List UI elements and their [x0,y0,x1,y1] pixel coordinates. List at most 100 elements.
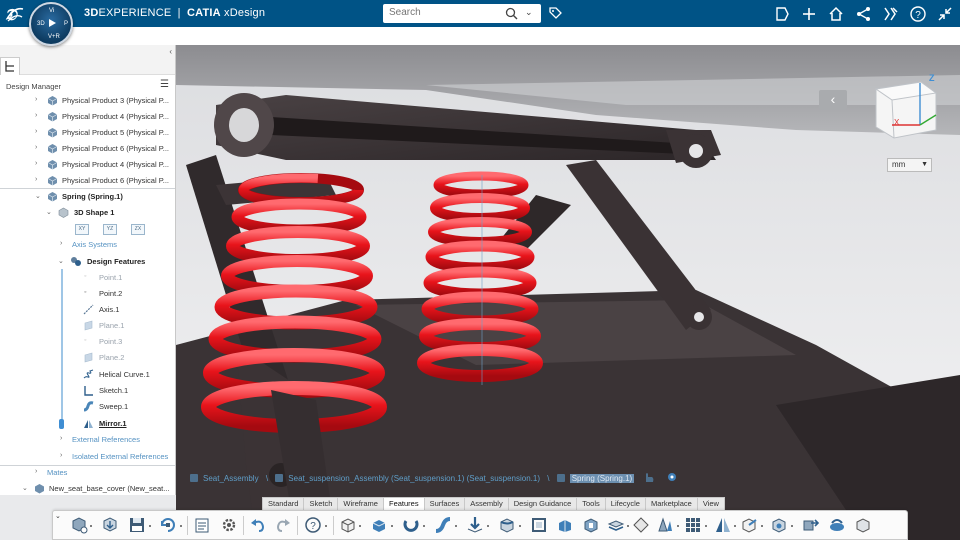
chevron-right-icon[interactable]: › [60,452,62,459]
search-input[interactable] [389,7,499,18]
shell-icon[interactable] [529,515,549,535]
units-select[interactable]: mm [887,158,932,172]
collapse-window-icon[interactable] [936,5,954,23]
feature-row[interactable]: ◦ Point.3 [0,334,175,350]
share-icon[interactable] [855,5,873,23]
redo-icon[interactable] [273,515,293,535]
tab-sketch[interactable]: Sketch [303,497,339,510]
chevron-right-icon[interactable]: › [35,96,37,103]
new-component-icon[interactable] [69,515,89,535]
chevron-down-icon[interactable]: ⌄ [525,7,533,18]
chevron-right-icon[interactable]: › [35,176,37,183]
hand-pointer-icon[interactable] [642,471,656,483]
pad-icon[interactable] [369,515,389,535]
chevron-right-icon[interactable]: › [35,468,37,475]
feature-row[interactable]: ◦ Point.1 [0,270,175,286]
save-icon[interactable] [127,515,147,535]
translate-icon[interactable] [801,515,821,535]
insert-icon[interactable] [100,515,120,535]
chevron-right-icon[interactable]: › [35,112,37,119]
tag-icon[interactable] [548,6,563,21]
feature-row[interactable]: Plane.2 [0,350,175,366]
tab-features[interactable]: Features [382,497,425,510]
tree-row-spring[interactable]: ⌄ Spring (Spring.1) [0,189,175,205]
zx-plane-button[interactable]: ZX [131,224,145,235]
chevron-right-icon[interactable]: › [60,435,62,442]
chamfer-icon[interactable] [581,515,601,535]
rotate-icon[interactable] [827,515,847,535]
feature-row[interactable]: Sketch.1 [0,383,175,399]
sweep-icon[interactable] [433,515,453,535]
tab-standard[interactable]: Standard [262,497,305,510]
tab-surfaces[interactable]: Surfaces [423,497,466,510]
chevron-left-icon[interactable]: ‹ [819,90,847,110]
extrude-icon[interactable] [338,515,358,535]
compass-apps-icon[interactable] [882,5,900,23]
xy-plane-button[interactable]: XY [75,224,89,235]
search-icon[interactable] [505,7,518,20]
measure-icon[interactable] [853,515,873,535]
tree-tab[interactable] [0,57,20,75]
chevron-down-icon[interactable]: ⌄ [35,192,41,200]
properties-icon[interactable] [193,515,213,535]
tree-row-shape[interactable]: ⌄ 3D Shape 1 [0,205,175,221]
search-field[interactable]: ⌄ [383,4,541,23]
model-render[interactable]: Z X [176,45,960,540]
chevron-down-icon[interactable]: ⌄ [22,484,28,492]
boolean-icon[interactable] [769,515,789,535]
revolve-icon[interactable] [401,515,421,535]
tab-lifecycle[interactable]: Lifecycle [604,497,646,510]
3d-viewport[interactable]: Z X ‹ mm [176,45,960,540]
tab-tools[interactable]: Tools [576,497,606,510]
ds-logo-icon[interactable]: 𝔇 [4,3,26,25]
loft-icon[interactable] [655,515,675,535]
breadcrumb-item-current[interactable]: Spring (Spring.1) [569,474,635,483]
chevron-right-icon[interactable]: › [35,160,37,167]
tab-marketplace[interactable]: Marketplace [644,497,698,510]
tab-wireframe[interactable]: Wireframe [337,497,384,510]
tree-row[interactable]: ⌄ New_seat_base_cover (New_seat... [0,481,175,495]
tree-row[interactable]: › Physical Product 6 (Physical P... [0,141,175,157]
tree-row-mates[interactable]: › Mates [0,465,175,481]
chevron-right-icon[interactable]: › [60,240,62,247]
feedback-icon[interactable] [773,5,791,23]
tree-row[interactable]: › Physical Product 4 (Physical P... [0,109,175,125]
tree-row-axis-systems[interactable]: › Axis Systems [0,237,175,253]
tree-row[interactable]: › Physical Product 3 (Physical P... [0,93,175,109]
yz-plane-button[interactable]: YZ [103,224,117,235]
breadcrumb-item[interactable]: Seat_suspension_Assembly (Seat_suspensio… [288,474,540,483]
help-icon[interactable]: ? [303,515,323,535]
thickness-icon[interactable] [606,515,626,535]
plus-icon[interactable] [800,5,818,23]
tree-row[interactable]: › Physical Product 5 (Physical P... [0,125,175,141]
tab-view[interactable]: View [696,497,725,510]
split-icon[interactable] [631,515,651,535]
fillet-icon[interactable] [497,515,517,535]
compass-widget[interactable]: 3D V+R Vi P [29,2,73,46]
feature-row[interactable]: Plane.1 [0,318,175,334]
feature-row[interactable]: Helical Curve.1 [0,367,175,383]
push-pull-icon[interactable] [465,515,485,535]
explode-icon[interactable] [665,471,679,483]
mirror-icon[interactable] [713,515,733,535]
chevron-right-icon[interactable]: › [35,128,37,135]
breadcrumb-item[interactable]: Seat_Assembly [203,474,259,483]
feature-row[interactable]: ◦ Point.2 [0,286,175,302]
help-icon[interactable]: ? [909,5,927,23]
draft-icon[interactable] [555,515,575,535]
tree-row-design-features[interactable]: ⌄ Design Features [0,254,175,270]
feature-row[interactable]: Sweep.1 [0,399,175,415]
tab-assembly[interactable]: Assembly [464,497,509,510]
gear-icon[interactable] [219,515,239,535]
tab-design-guidance[interactable]: Design Guidance [507,497,578,510]
home-icon[interactable] [827,5,845,23]
tree-row-external-references[interactable]: › External References [0,432,175,448]
tree-row[interactable]: › Physical Product 4 (Physical P... [0,157,175,173]
panel-collapse-icon[interactable]: ‹ [169,47,172,56]
hamburger-menu-icon[interactable]: ☰ [160,79,169,90]
undo-icon[interactable] [248,515,268,535]
chevron-right-icon[interactable]: › [35,144,37,151]
chevron-down-icon[interactable]: ⌄ [46,208,52,216]
chevron-down-icon[interactable]: ⌄ [55,512,61,520]
pattern-icon[interactable] [683,515,703,535]
